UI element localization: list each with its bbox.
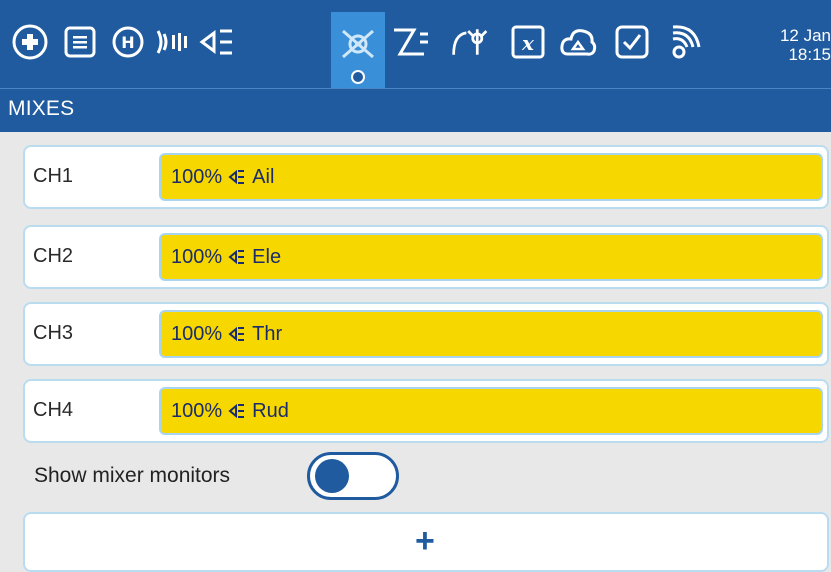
datetime: 12 Jan 18:15: [761, 26, 831, 64]
mix-weight: 100%: [171, 245, 223, 268]
mix-row-ch4[interactable]: CH4 100% Rud: [23, 379, 829, 443]
mixer-monitors-toggle[interactable]: [307, 452, 399, 500]
input-icon: [228, 402, 246, 420]
inputs-icon[interactable]: [198, 20, 238, 64]
mix-line[interactable]: 100% Ele: [159, 233, 823, 281]
input-icon: [228, 168, 246, 186]
mix-weight: 100%: [171, 165, 223, 188]
telemetry-icon[interactable]: [662, 20, 702, 64]
outputs-icon[interactable]: [390, 20, 430, 64]
mix-row-ch3[interactable]: CH3 100% Thr: [23, 302, 829, 366]
mix-source: Thr: [252, 322, 283, 345]
channel-label: CH3: [33, 322, 74, 344]
checklist-icon[interactable]: [612, 20, 652, 64]
mixes-icon[interactable]: [331, 12, 385, 88]
channel-label: CH4: [33, 399, 74, 421]
channel-label: CH2: [33, 245, 74, 267]
toggle-knob: [315, 459, 349, 493]
section-header: MIXES: [0, 88, 831, 132]
date-text: 12 Jan: [779, 26, 831, 45]
page-title: MIXES: [8, 97, 75, 120]
mix-source: Ail: [252, 165, 275, 188]
curves-icon[interactable]: [450, 20, 490, 64]
mix-row-ch2[interactable]: CH2 100% Ele: [23, 225, 829, 289]
cloud-icon[interactable]: [558, 20, 598, 64]
add-mix-button[interactable]: +: [23, 512, 829, 572]
variables-icon[interactable]: x: [508, 20, 548, 64]
svg-text:H: H: [121, 33, 134, 52]
mix-source: Rud: [252, 399, 289, 422]
mix-weight: 100%: [171, 322, 223, 345]
mixer-monitors-label: Show mixer monitors: [34, 464, 231, 487]
channel-label: CH1: [33, 165, 74, 187]
mix-weight: 100%: [171, 399, 223, 422]
heli-icon[interactable]: H: [108, 20, 148, 64]
add-model-icon[interactable]: [10, 20, 50, 64]
mix-line[interactable]: 100% Ail: [159, 153, 823, 201]
mix-row-ch1[interactable]: CH1 100% Ail: [23, 145, 829, 209]
list-icon[interactable]: [60, 20, 100, 64]
active-tab-indicator: [351, 70, 365, 84]
svg-text:x: x: [521, 31, 535, 55]
mix-line[interactable]: 100% Rud: [159, 387, 823, 435]
input-icon: [228, 248, 246, 266]
mix-source: Ele: [252, 245, 282, 268]
top-toolbar: H x 12 Jan 18:15: [0, 0, 831, 88]
signal-icon[interactable]: [152, 20, 192, 64]
time-text: 18:15: [788, 45, 831, 64]
mix-line[interactable]: 100% Thr: [159, 310, 823, 358]
plus-icon: +: [415, 522, 435, 560]
input-icon: [228, 325, 246, 343]
